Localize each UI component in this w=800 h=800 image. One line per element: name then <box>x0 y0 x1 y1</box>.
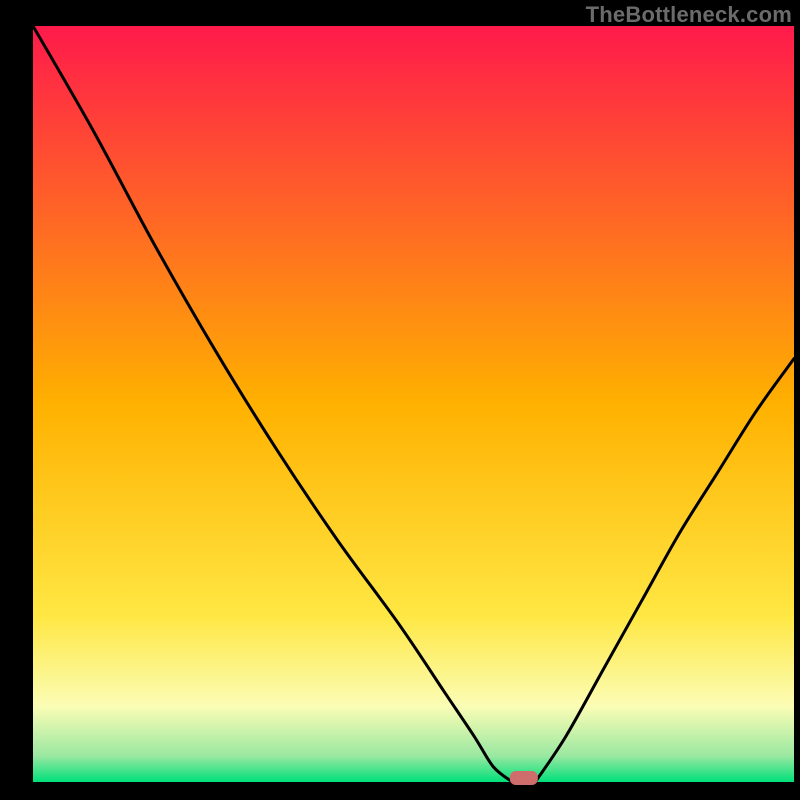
watermark-text: TheBottleneck.com <box>586 2 792 28</box>
dip-marker <box>510 771 538 785</box>
chart-frame: TheBottleneck.com <box>0 0 800 800</box>
gradient-background <box>33 26 794 782</box>
bottleneck-chart <box>0 0 800 800</box>
